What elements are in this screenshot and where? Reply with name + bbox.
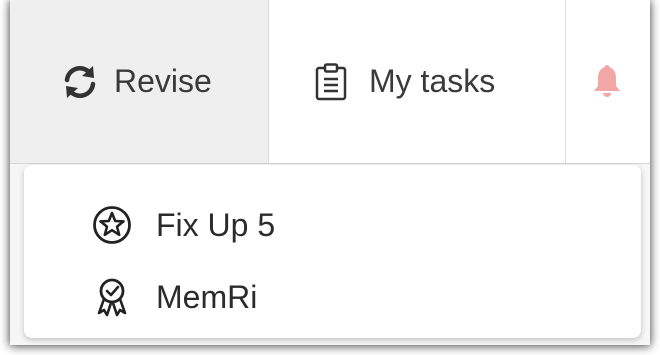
notifications-button[interactable] <box>566 0 650 163</box>
clipboard-icon <box>315 62 347 101</box>
menu-item-fix-up-5[interactable]: Fix Up 5 <box>24 187 641 263</box>
revise-dropdown-menu: Fix Up 5 MemRi <box>24 165 641 338</box>
bell-icon <box>592 64 622 99</box>
nav-my-tasks-button[interactable]: My tasks <box>268 0 566 163</box>
nav-revise-label: Revise <box>114 63 212 99</box>
nav-my-tasks-label: My tasks <box>369 63 496 99</box>
refresh-icon <box>62 65 98 99</box>
menu-item-memri[interactable]: MemRi <box>24 259 641 335</box>
menu-item-label: MemRi <box>156 278 258 315</box>
award-ribbon-icon <box>92 277 132 317</box>
star-badge-icon <box>92 205 132 245</box>
app-window: Revise My tasks Fix Up 5 MemRi <box>10 0 650 345</box>
menu-item-label: Fix Up 5 <box>156 206 276 243</box>
nav-revise-button[interactable]: Revise <box>10 0 268 163</box>
top-navbar: Revise My tasks <box>10 0 650 164</box>
